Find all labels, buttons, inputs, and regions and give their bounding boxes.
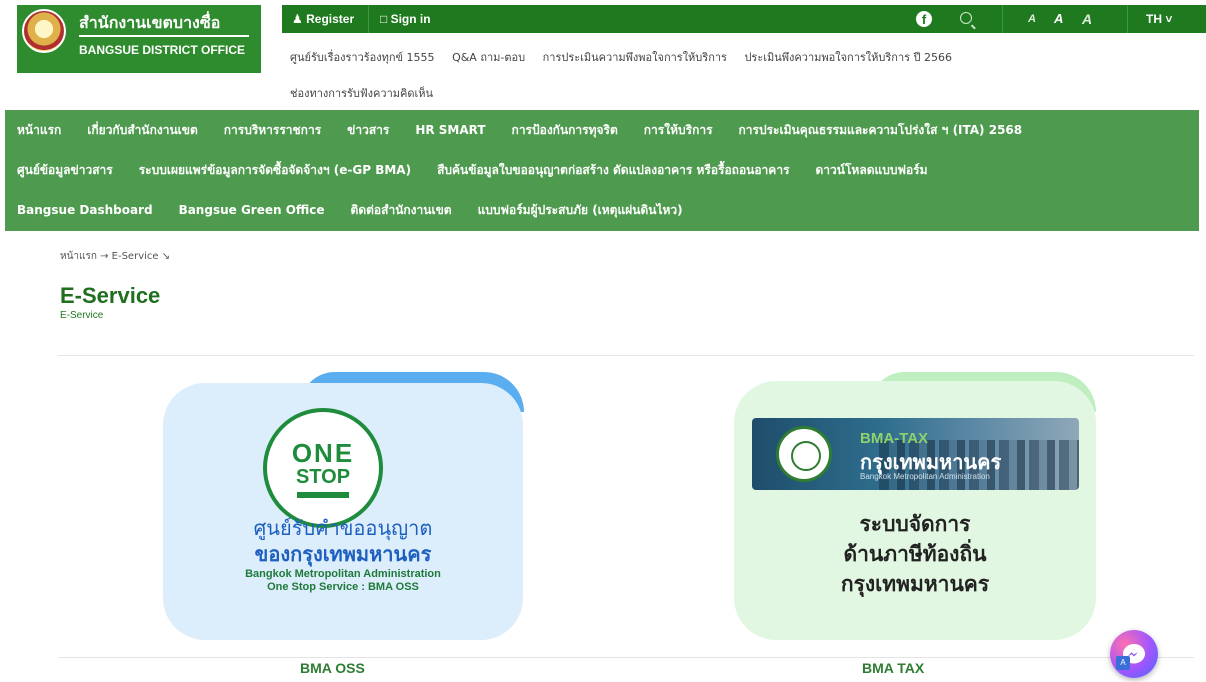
logo-text-stop: STOP — [295, 466, 351, 488]
nav-item-ita[interactable]: การประเมินคุณธรรมและความโปร่งใส ฯ (ITA) … — [727, 121, 1037, 140]
secondary-links: ศูนย์รับเรื่องราวร้องทุกข์ 1555 Q&A ถาม-… — [290, 48, 966, 66]
logo-title-th: สำนักงานเขตบางซื่อ — [79, 13, 221, 32]
top-utility-bar: ♟ Register □ Sign in f A A A TH ˅ — [282, 5, 1206, 33]
site-header: สำนักงานเขตบางซื่อ BANGSUE DISTRICT OFFI… — [0, 0, 1206, 110]
oss-heading-en-1: Bangkok Metropolitan Administration — [245, 568, 441, 580]
nav-item-building-permit[interactable]: สืบค้นข้อมูลใบขออนุญาตก่อสร้าง ดัดแปลงอา… — [425, 161, 803, 180]
font-size-large-button[interactable]: A — [1082, 5, 1092, 33]
nav-item-download-forms[interactable]: ดาวน์โหลดแบบฟอร์ม — [804, 161, 942, 180]
satisfaction-2566-link[interactable]: ประเมินพึงความพอใจการให้บริการ ปี 2566 — [744, 51, 952, 64]
nav-item-hr-smart[interactable]: HR SMART — [403, 123, 499, 137]
nav-item-home[interactable]: หน้าแรก — [5, 121, 75, 140]
facebook-icon[interactable]: f — [916, 11, 932, 27]
satisfaction-survey-link[interactable]: การประเมินความพึงพอใจการให้บริการ — [543, 51, 727, 64]
nav-item-administration[interactable]: การบริหารราชการ — [212, 121, 335, 140]
divider — [1127, 5, 1128, 33]
nav-item-about[interactable]: เกี่ยวกับสำนักงานเขต — [75, 121, 211, 140]
nav-row-3: Bangsue Dashboard Bangsue Green Office ต… — [5, 190, 697, 230]
feedback-channel-link[interactable]: ช่องทางการรับฟังความคิดเห็น — [290, 84, 433, 102]
divider — [58, 355, 1194, 356]
lock-icon: □ — [380, 12, 388, 26]
tax-heading-3: กรุงเทพมหานคร — [840, 572, 990, 596]
district-seal-icon — [22, 9, 66, 53]
page-subtitle: E-Service — [60, 310, 104, 321]
breadcrumb[interactable]: หน้าแรก → E-Service ↘ — [60, 249, 170, 264]
bma-tax-banner: BMA-TAX กรุงเทพมหานคร Bangkok Metropolit… — [752, 418, 1079, 490]
bma-seal-icon — [776, 426, 832, 482]
nav-item-disaster-form[interactable]: แบบฟอร์มผู้ประสบภัย (เหตุแผ่นดินไหว) — [466, 201, 697, 220]
user-icon: ♟ — [292, 12, 303, 26]
main-navigation: หน้าแรก เกี่ยวกับสำนักงานเขต การบริหารรา… — [5, 110, 1199, 231]
bma-tax-caption[interactable]: BMA TAX — [862, 660, 924, 676]
nav-item-services[interactable]: การให้บริการ — [632, 121, 727, 140]
language-selector[interactable]: TH ˅ — [1146, 5, 1172, 33]
font-size-small-button[interactable]: A — [1028, 5, 1036, 33]
nav-item-dashboard[interactable]: Bangsue Dashboard — [5, 203, 167, 217]
nav-item-anti-corruption[interactable]: การป้องกันการทุจริต — [500, 121, 632, 140]
oss-heading-th-2: ของกรุงเทพมหานคร — [254, 542, 432, 566]
tax-heading-2: ด้านภาษีท้องถิ่น — [843, 542, 987, 566]
translate-icon[interactable]: A — [1116, 656, 1130, 670]
one-stop-logo: ONE STOP — [263, 408, 383, 528]
register-link[interactable]: ♟ Register — [292, 5, 354, 33]
nav-item-green-office[interactable]: Bangsue Green Office — [167, 203, 339, 217]
divider — [58, 657, 1194, 658]
nav-item-contact[interactable]: ติดต่อสำนักงานเขต — [339, 201, 466, 220]
site-logo[interactable]: สำนักงานเขตบางซื่อ BANGSUE DISTRICT OFFI… — [17, 5, 261, 73]
nav-item-egp[interactable]: ระบบเผยแพร่ข้อมูลการจัดซื้อจัดจ้างฯ (e-G… — [127, 161, 425, 180]
nav-item-news[interactable]: ข่าวสาร — [335, 121, 403, 140]
divider — [1002, 5, 1003, 33]
nav-item-info-center[interactable]: ศูนย์ข้อมูลข่าวสาร — [5, 161, 127, 180]
messenger-icon[interactable] — [1110, 630, 1158, 678]
divider — [368, 5, 369, 33]
qa-link[interactable]: Q&A ถาม-ตอบ — [452, 51, 525, 64]
nav-row-1: หน้าแรก เกี่ยวกับสำนักงานเขต การบริหารรา… — [5, 110, 1036, 150]
logo-divider — [79, 35, 249, 37]
signin-link[interactable]: □ Sign in — [380, 5, 431, 33]
page-title: E-Service — [60, 283, 161, 308]
font-size-medium-button[interactable]: A — [1054, 5, 1063, 33]
banner-caption: Bangkok Metropolitan Administration — [860, 472, 990, 481]
tax-heading-1: ระบบจัดการ — [859, 512, 971, 536]
logo-bar — [297, 492, 349, 498]
search-icon[interactable] — [960, 12, 972, 24]
oss-heading-en-2: One Stop Service : BMA OSS — [267, 581, 419, 593]
complaint-center-link[interactable]: ศูนย์รับเรื่องราวร้องทุกข์ 1555 — [290, 51, 435, 64]
nav-row-2: ศูนย์ข้อมูลข่าวสาร ระบบเผยแพร่ข้อมูลการจ… — [5, 150, 942, 190]
logo-text-one: ONE — [291, 438, 355, 468]
banner-title: BMA-TAX — [860, 430, 929, 447]
logo-title-en: BANGSUE DISTRICT OFFICE — [79, 43, 246, 57]
bma-oss-caption[interactable]: BMA OSS — [300, 660, 365, 676]
